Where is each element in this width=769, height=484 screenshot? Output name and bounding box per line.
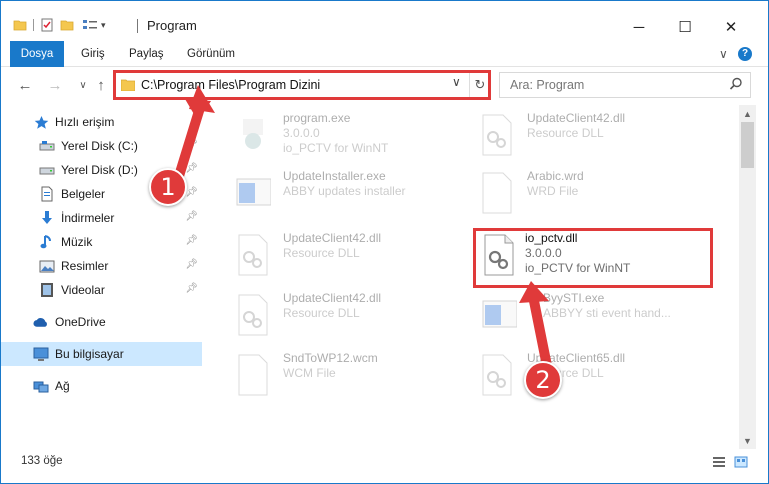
- arrow-1-icon: [174, 85, 215, 181]
- large-icons-view-icon[interactable]: [734, 456, 748, 468]
- step-2-badge: 2: [524, 361, 562, 399]
- status-bar: 133 öğe: [1, 449, 768, 471]
- scrollbar-thumb[interactable]: [741, 122, 754, 168]
- annotation-arrows: [174, 85, 552, 371]
- step-1-badge: 1: [149, 168, 187, 206]
- item-count: 133 öğe: [21, 455, 63, 467]
- details-view-icon[interactable]: [712, 456, 726, 468]
- scroll-down-icon[interactable]: ▼: [739, 432, 756, 449]
- arrow-2-icon: [519, 281, 552, 371]
- vertical-scrollbar[interactable]: ▲ ▼: [739, 105, 756, 449]
- scroll-up-icon[interactable]: ▲: [739, 105, 756, 122]
- explorer-window: ▾ Program ─ ☐ ✕ Dosya Giriş Paylaş Görün…: [0, 0, 769, 484]
